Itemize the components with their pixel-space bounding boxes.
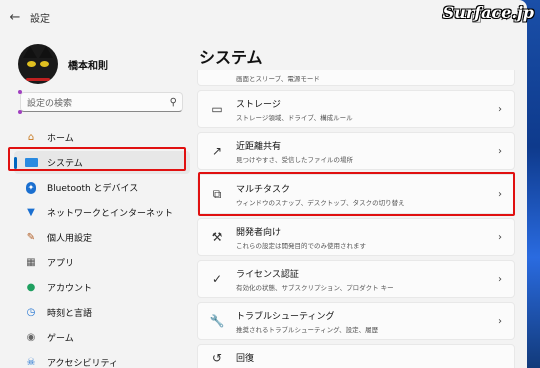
row-subtitle: 画面とスリープ、電源モード: [236, 74, 320, 83]
sidebar-item-label: アクセシビリティ: [47, 359, 119, 368]
sidebar-item-label: 個人用設定: [47, 234, 93, 244]
settings-row-troubleshoot[interactable]: 🔧 トラブルシューティング 推奨されるトラブルシューティング、設定、履歴 ›: [197, 302, 515, 340]
sidebar-item-home[interactable]: ⌂ ホーム: [14, 126, 190, 149]
sidebar-item-label: ゲーム: [47, 334, 74, 344]
row-subtitle: これらの設定は開発目的でのみ使用されます: [236, 241, 366, 250]
home-icon: ⌂: [27, 132, 35, 143]
row-title: 回復: [236, 354, 255, 364]
share-icon: ↗: [211, 144, 223, 158]
highlight-box-system: [8, 147, 186, 171]
apps-icon: ▦: [26, 257, 36, 268]
sidebar-item-time-language[interactable]: ◷ 時刻と言語: [14, 301, 190, 324]
settings-window: ← 設定 — □ ✕ 橋本和則 設定の検索 ⚲ ⌂ ホーム システム ✦ Blu…: [0, 0, 527, 368]
sidebar-item-personalization[interactable]: ✎ 個人用設定: [14, 226, 190, 249]
row-title: ライセンス認証: [236, 269, 299, 280]
settings-row-developers[interactable]: ⚒ 開発者向け これらの設定は開発目的でのみ使用されます ›: [197, 218, 515, 256]
page-title: システム: [199, 48, 263, 67]
row-title: ストレージ: [236, 99, 281, 110]
sidebar-item-label: ネットワークとインターネット: [47, 209, 174, 219]
avatar: [18, 44, 58, 84]
user-name: 橋本和則: [68, 60, 108, 72]
search-placeholder: 設定の検索: [27, 98, 73, 109]
row-subtitle: ストレージ領域、ドライブ、構成ルール: [236, 113, 353, 122]
wifi-icon: ▼: [27, 207, 35, 218]
sidebar-item-network[interactable]: ▼ ネットワークとインターネット: [14, 201, 190, 224]
activation-icon: ✓: [211, 272, 223, 286]
app-title: 設定: [30, 13, 50, 25]
sidebar-item-gaming[interactable]: ◉ ゲーム: [14, 326, 190, 349]
sidebar-item-label: Bluetooth とデバイス: [47, 184, 139, 194]
sidebar: 橋本和則 設定の検索 ⚲ ⌂ ホーム システム ✦ Bluetooth とデバイ…: [0, 34, 190, 368]
row-title: トラブルシューティング: [236, 311, 335, 322]
developer-icon: ⚒: [211, 230, 223, 244]
sidebar-item-bluetooth[interactable]: ✦ Bluetooth とデバイス: [14, 176, 190, 199]
settings-row-nearby-sharing[interactable]: ↗ 近距離共有 見つけやすさ、受信したファイルの場所 ›: [197, 132, 515, 170]
bluetooth-icon: ✦: [26, 181, 36, 194]
accessibility-icon: ☠: [26, 357, 36, 368]
settings-row-recovery[interactable]: ↺ 回復: [197, 344, 515, 368]
account-icon: ●: [26, 282, 36, 293]
back-arrow-icon[interactable]: ←: [0, 10, 30, 25]
chevron-right-icon: ›: [498, 231, 502, 243]
row-subtitle: 見つけやすさ、受信したファイルの場所: [236, 155, 353, 164]
chevron-right-icon: ›: [498, 273, 502, 285]
chevron-right-icon: ›: [498, 315, 502, 327]
sidebar-item-label: ホーム: [47, 134, 74, 144]
sidebar-item-label: 時刻と言語: [47, 309, 93, 319]
highlight-box-multitasking: [198, 172, 515, 216]
sidebar-item-label: アカウント: [47, 284, 93, 294]
clock-icon: ◷: [26, 307, 36, 318]
gamepad-icon: ◉: [26, 332, 36, 343]
sidebar-item-accessibility[interactable]: ☠ アクセシビリティ: [14, 351, 190, 368]
row-title: 近距離共有: [236, 141, 282, 152]
user-profile[interactable]: 橋本和則: [0, 34, 190, 84]
storage-icon: ▭: [211, 102, 223, 116]
settings-row-activation[interactable]: ✓ ライセンス認証 有効化の状態、サブスクリプション、プロダクト キー ›: [197, 260, 515, 298]
wrench-icon: 🔧: [209, 314, 225, 328]
watermark: Surface.jp: [442, 3, 534, 22]
row-title: 開発者向け: [236, 227, 282, 238]
settings-row-power[interactable]: 画面とスリープ、電源モード: [197, 70, 515, 86]
settings-row-storage[interactable]: ▭ ストレージ ストレージ領域、ドライブ、構成ルール ›: [197, 90, 515, 128]
sidebar-item-apps[interactable]: ▦ アプリ: [14, 251, 190, 274]
row-subtitle: 推奨されるトラブルシューティング、設定、履歴: [236, 325, 379, 334]
chevron-right-icon: ›: [498, 145, 502, 157]
main-content: システム 画面とスリープ、電源モード ▭ ストレージ ストレージ領域、ドライブ、…: [197, 34, 519, 368]
search-input[interactable]: 設定の検索 ⚲: [18, 90, 183, 114]
row-subtitle: 有効化の状態、サブスクリプション、プロダクト キー: [236, 283, 394, 292]
brush-icon: ✎: [26, 232, 36, 243]
sidebar-item-accounts[interactable]: ● アカウント: [14, 276, 190, 299]
recovery-icon: ↺: [211, 351, 223, 365]
sidebar-item-label: アプリ: [47, 259, 75, 269]
chevron-right-icon: ›: [498, 103, 502, 115]
search-icon: ⚲: [169, 96, 177, 108]
